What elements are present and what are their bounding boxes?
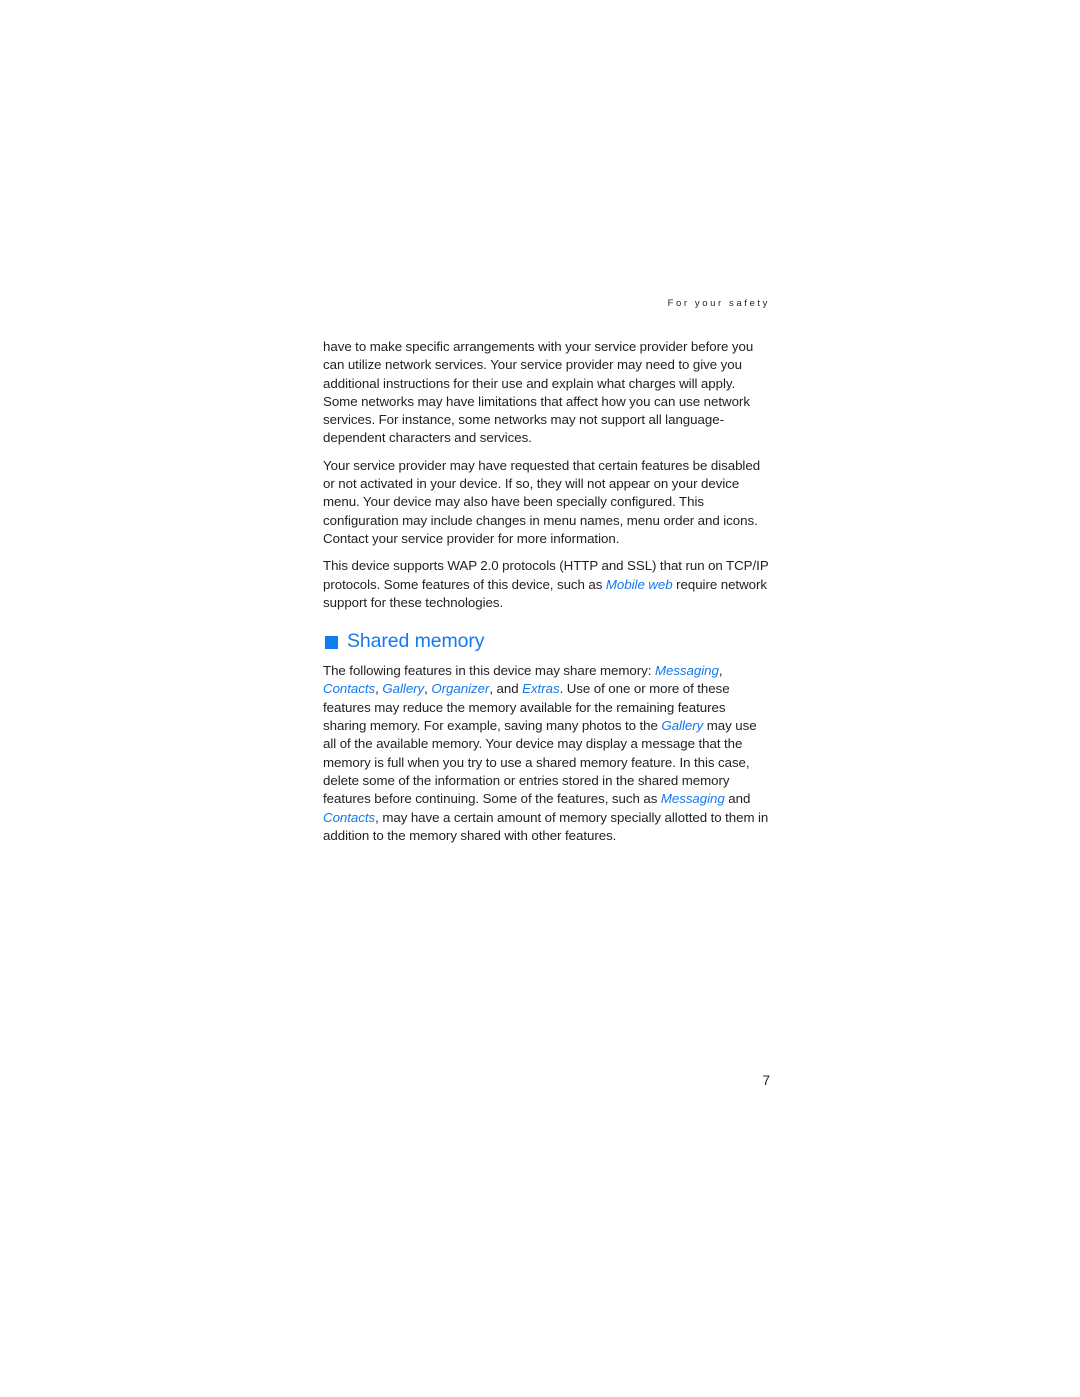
paragraph-wap-protocols: This device supports WAP 2.0 protocols (… <box>323 558 769 610</box>
document-page: For your safety have to make specific ar… <box>0 0 1080 1397</box>
feature-reference: Contacts <box>323 809 376 825</box>
section-title: Shared memory <box>347 630 485 653</box>
paragraph-shared-memory: The following features in this device ma… <box>323 663 769 843</box>
feature-reference: Gallery <box>661 718 704 734</box>
square-bullet-icon <box>325 635 338 649</box>
feature-reference: Contacts <box>323 681 376 697</box>
paragraph-provider-configuration: Your service provider may have requested… <box>323 457 761 546</box>
paragraph-network-services: have to make specific arrangements with … <box>323 339 754 446</box>
page-number: 7 <box>762 1073 770 1088</box>
feature-reference: Extras <box>522 681 560 697</box>
feature-reference: Mobile web <box>605 576 673 592</box>
feature-reference: Messaging <box>660 791 725 807</box>
feature-reference: Gallery <box>382 681 425 697</box>
feature-reference: Messaging <box>654 663 719 679</box>
section-heading-shared-memory: Shared memory <box>325 630 772 652</box>
running-header: For your safety <box>667 298 770 309</box>
page-content: have to make specific arrangements with … <box>323 338 772 845</box>
feature-reference: Organizer <box>431 681 490 697</box>
